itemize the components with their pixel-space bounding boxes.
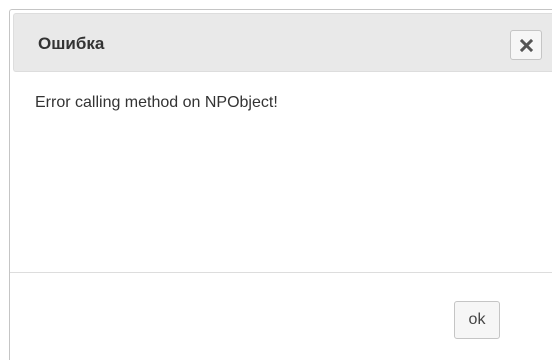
close-button[interactable]	[510, 30, 542, 60]
dialog-button-pane: ok	[10, 272, 552, 360]
close-icon	[520, 39, 533, 52]
dialog-title: Ошибка	[38, 34, 105, 53]
dialog-titlebar[interactable]: Ошибка	[13, 13, 552, 72]
error-dialog: Ошибка Error calling method on NPObject!…	[9, 9, 552, 360]
dialog-message: Error calling method on NPObject!	[35, 94, 278, 111]
ok-button[interactable]: ok	[454, 301, 500, 339]
